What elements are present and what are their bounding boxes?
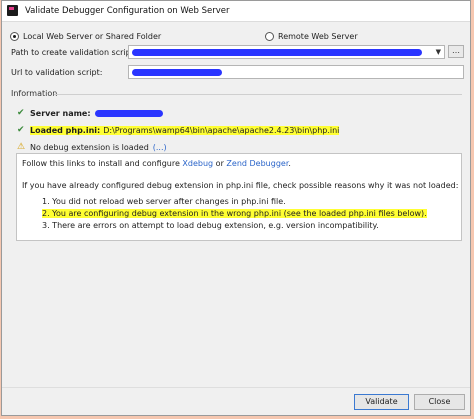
or-text: or (213, 159, 227, 168)
redaction-scribble (132, 49, 422, 56)
title-bar: Validate Debugger Configuration on Web S… (2, 1, 470, 22)
server-name-row: ✔ Server name: (17, 107, 163, 119)
redaction-scribble (94, 109, 163, 117)
phpini-label: Loaded php.ini: (30, 125, 101, 135)
local-server-radio[interactable]: Local Web Server or Shared Folder (10, 30, 161, 42)
section-divider (54, 94, 462, 95)
warning-icon: ⚠ (17, 142, 26, 152)
install-text: Follow this links to install and configu… (22, 159, 183, 168)
reason-item: 3. There are errors on attempt to load d… (42, 221, 379, 230)
chevron-down-icon[interactable]: ▼ (436, 48, 441, 56)
radio-checked-icon[interactable] (10, 31, 19, 41)
browse-button[interactable]: … (448, 45, 464, 58)
server-name-label: Server name: (30, 108, 91, 118)
zend-debugger-link[interactable]: Zend Debugger (226, 159, 288, 168)
reasons-intro: If you have already configured debug ext… (22, 181, 459, 190)
url-field[interactable] (128, 65, 464, 79)
check-icon: ✔ (17, 125, 25, 135)
remote-server-label: Remote Web Server (278, 31, 358, 41)
period-text: . (288, 159, 291, 168)
phpini-path: D:\Programs\wamp64\bin\apache\apache2.4.… (100, 125, 340, 135)
dialog-window: Validate Debugger Configuration on Web S… (1, 0, 471, 416)
information-section-label: Information (11, 89, 58, 98)
no-debug-text: No debug extension is loaded (30, 142, 149, 152)
reason-item-highlighted: 2. You are configuring debug extension i… (42, 209, 427, 218)
local-server-label: Local Web Server or Shared Folder (23, 31, 162, 41)
close-button[interactable]: Close (414, 394, 465, 410)
path-label: Path to create validation script: (11, 48, 137, 57)
more-info-link[interactable]: (...) (153, 143, 167, 152)
message-box: Follow this links to install and configu… (16, 153, 462, 241)
redaction-scribble (132, 69, 222, 76)
radio-unchecked-icon[interactable] (265, 31, 274, 41)
install-line: Follow this links to install and configu… (22, 159, 291, 168)
xdebug-link[interactable]: Xdebug (182, 159, 213, 168)
validate-button[interactable]: Validate (354, 394, 409, 410)
path-combobox[interactable]: ▼ (128, 45, 445, 59)
reason-item: 1. You did not reload web server after c… (42, 197, 286, 206)
footer-divider (2, 387, 470, 388)
phpini-row: ✔ Loaded php.ini: D:\Programs\wamp64\bin… (17, 124, 340, 136)
phpstorm-icon (7, 5, 18, 16)
url-label: Url to validation script: (11, 68, 103, 77)
no-debug-row: ⚠ No debug extension is loaded (...) (17, 141, 167, 153)
remote-server-radio[interactable]: Remote Web Server (265, 30, 358, 42)
window-title: Validate Debugger Configuration on Web S… (25, 6, 230, 16)
check-icon: ✔ (17, 108, 25, 118)
